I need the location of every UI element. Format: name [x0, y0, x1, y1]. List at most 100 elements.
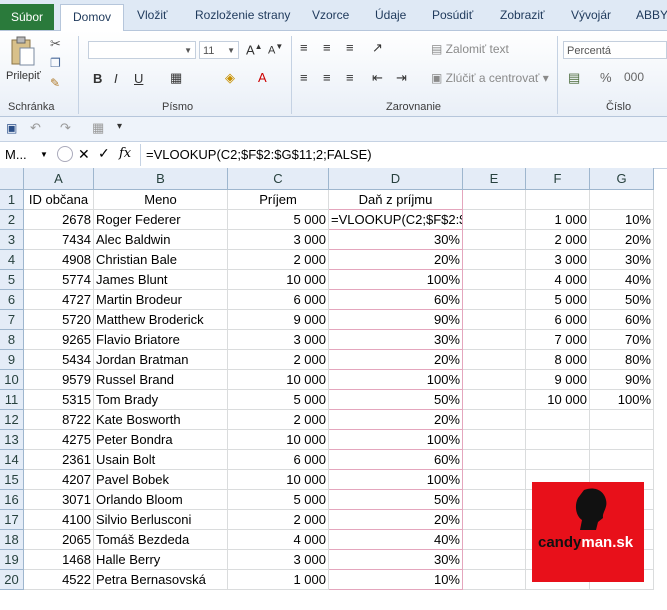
- cell-g9[interactable]: 80%: [590, 350, 654, 370]
- cell-c20[interactable]: 1 000: [228, 570, 329, 590]
- cell-a1[interactable]: ID občana: [24, 190, 94, 210]
- cell-e7[interactable]: [463, 310, 526, 330]
- column-header-a[interactable]: A: [24, 168, 94, 190]
- cell-g4[interactable]: 30%: [590, 250, 654, 270]
- number-format-combo[interactable]: Percentá: [563, 41, 667, 59]
- cell-d17[interactable]: 20%: [329, 510, 463, 530]
- cell-e15[interactable]: [463, 470, 526, 490]
- tab-data[interactable]: Údaje: [375, 8, 406, 26]
- cell-d3[interactable]: 30%: [329, 230, 463, 250]
- cell-g1[interactable]: [590, 190, 654, 210]
- cell-a9[interactable]: 5434: [24, 350, 94, 370]
- tab-formulas[interactable]: Vzorce: [312, 8, 349, 26]
- cell-c7[interactable]: 9 000: [228, 310, 329, 330]
- cell-a17[interactable]: 4100: [24, 510, 94, 530]
- row-header[interactable]: 6: [0, 290, 24, 310]
- borders-qat-icon[interactable]: ▦: [92, 120, 104, 136]
- cell-e6[interactable]: [463, 290, 526, 310]
- cell-f10[interactable]: 9 000: [526, 370, 590, 390]
- cell-e14[interactable]: [463, 450, 526, 470]
- cell-g7[interactable]: 60%: [590, 310, 654, 330]
- cell-a13[interactable]: 4275: [24, 430, 94, 450]
- row-header[interactable]: 14: [0, 450, 24, 470]
- tab-abbyy[interactable]: ABBY: [636, 8, 667, 26]
- cell-d2[interactable]: =VLOOKUP(C2;$F$2:$: [329, 210, 463, 230]
- cell-a3[interactable]: 7434: [24, 230, 94, 250]
- cell-a15[interactable]: 4207: [24, 470, 94, 490]
- decrease-indent-icon[interactable]: ⇤: [372, 70, 383, 86]
- cell-d1[interactable]: Daň z príjmu: [329, 190, 463, 210]
- cell-a8[interactable]: 9265: [24, 330, 94, 350]
- wrap-text-button[interactable]: ▤ Zalomiť text: [431, 42, 509, 56]
- cell-e8[interactable]: [463, 330, 526, 350]
- align-left-icon[interactable]: ≡: [300, 70, 308, 85]
- cell-a16[interactable]: 3071: [24, 490, 94, 510]
- cell-c9[interactable]: 2 000: [228, 350, 329, 370]
- tab-insert[interactable]: Vložiť: [137, 8, 168, 26]
- cell-b16[interactable]: Orlando Bloom: [94, 490, 228, 510]
- cell-g6[interactable]: 50%: [590, 290, 654, 310]
- cell-b1[interactable]: Meno: [94, 190, 228, 210]
- cell-c6[interactable]: 6 000: [228, 290, 329, 310]
- redo-icon[interactable]: ↷: [60, 120, 71, 136]
- merge-center-button[interactable]: ▣ Zlúčiť a centrovať ▾: [431, 71, 549, 85]
- cell-b9[interactable]: Jordan Bratman: [94, 350, 228, 370]
- align-top-icon[interactable]: ≡: [300, 40, 308, 55]
- cell-a14[interactable]: 2361: [24, 450, 94, 470]
- row-header[interactable]: 16: [0, 490, 24, 510]
- font-size-combo[interactable]: 11 ▼: [199, 41, 239, 59]
- save-icon[interactable]: ▣: [6, 121, 17, 135]
- orientation-icon[interactable]: ↗: [372, 40, 383, 56]
- cell-d9[interactable]: 20%: [329, 350, 463, 370]
- cell-e9[interactable]: [463, 350, 526, 370]
- cell-a19[interactable]: 1468: [24, 550, 94, 570]
- cell-d13[interactable]: 100%: [329, 430, 463, 450]
- cell-f9[interactable]: 8 000: [526, 350, 590, 370]
- cell-e17[interactable]: [463, 510, 526, 530]
- cell-b7[interactable]: Matthew Broderick: [94, 310, 228, 330]
- cell-d16[interactable]: 50%: [329, 490, 463, 510]
- cell-b20[interactable]: Petra Bernasovská: [94, 570, 228, 590]
- cell-a5[interactable]: 5774: [24, 270, 94, 290]
- cell-b5[interactable]: James Blunt: [94, 270, 228, 290]
- font-color-icon[interactable]: A: [258, 70, 267, 85]
- cell-e2[interactable]: [463, 210, 526, 230]
- cell-b11[interactable]: Tom Brady: [94, 390, 228, 410]
- align-middle-icon[interactable]: ≡: [323, 40, 331, 55]
- cell-f2[interactable]: 1 000: [526, 210, 590, 230]
- formula-input[interactable]: =VLOOKUP(C2;$F$2:$G$11;2;FALSE): [146, 145, 372, 165]
- row-header[interactable]: 3: [0, 230, 24, 250]
- font-name-combo[interactable]: ▼: [88, 41, 196, 59]
- cell-d14[interactable]: 60%: [329, 450, 463, 470]
- cell-f4[interactable]: 3 000: [526, 250, 590, 270]
- cell-b18[interactable]: Tomáš Bezdeda: [94, 530, 228, 550]
- cell-g14[interactable]: [590, 450, 654, 470]
- percent-icon[interactable]: %: [600, 70, 612, 85]
- cell-c13[interactable]: 10 000: [228, 430, 329, 450]
- row-header[interactable]: 8: [0, 330, 24, 350]
- cell-b2[interactable]: Roger Federer: [94, 210, 228, 230]
- cell-c16[interactable]: 5 000: [228, 490, 329, 510]
- cell-c14[interactable]: 6 000: [228, 450, 329, 470]
- cell-a4[interactable]: 4908: [24, 250, 94, 270]
- cell-a2[interactable]: 2678: [24, 210, 94, 230]
- cell-b19[interactable]: Halle Berry: [94, 550, 228, 570]
- cell-c5[interactable]: 10 000: [228, 270, 329, 290]
- cell-g13[interactable]: [590, 430, 654, 450]
- cell-e19[interactable]: [463, 550, 526, 570]
- cell-f12[interactable]: [526, 410, 590, 430]
- row-header[interactable]: 19: [0, 550, 24, 570]
- column-header-e[interactable]: E: [463, 168, 526, 190]
- grow-font-icon[interactable]: A▲: [246, 42, 263, 57]
- cell-d20[interactable]: 10%: [329, 570, 463, 590]
- cell-c3[interactable]: 3 000: [228, 230, 329, 250]
- cell-c18[interactable]: 4 000: [228, 530, 329, 550]
- cell-c12[interactable]: 2 000: [228, 410, 329, 430]
- insert-function-icon[interactable]: fx: [119, 146, 131, 161]
- cell-e1[interactable]: [463, 190, 526, 210]
- name-box-dropdown-icon[interactable]: ▼: [40, 150, 48, 159]
- cell-c11[interactable]: 5 000: [228, 390, 329, 410]
- cell-e5[interactable]: [463, 270, 526, 290]
- cell-d8[interactable]: 30%: [329, 330, 463, 350]
- copy-icon[interactable]: ❐: [50, 56, 61, 70]
